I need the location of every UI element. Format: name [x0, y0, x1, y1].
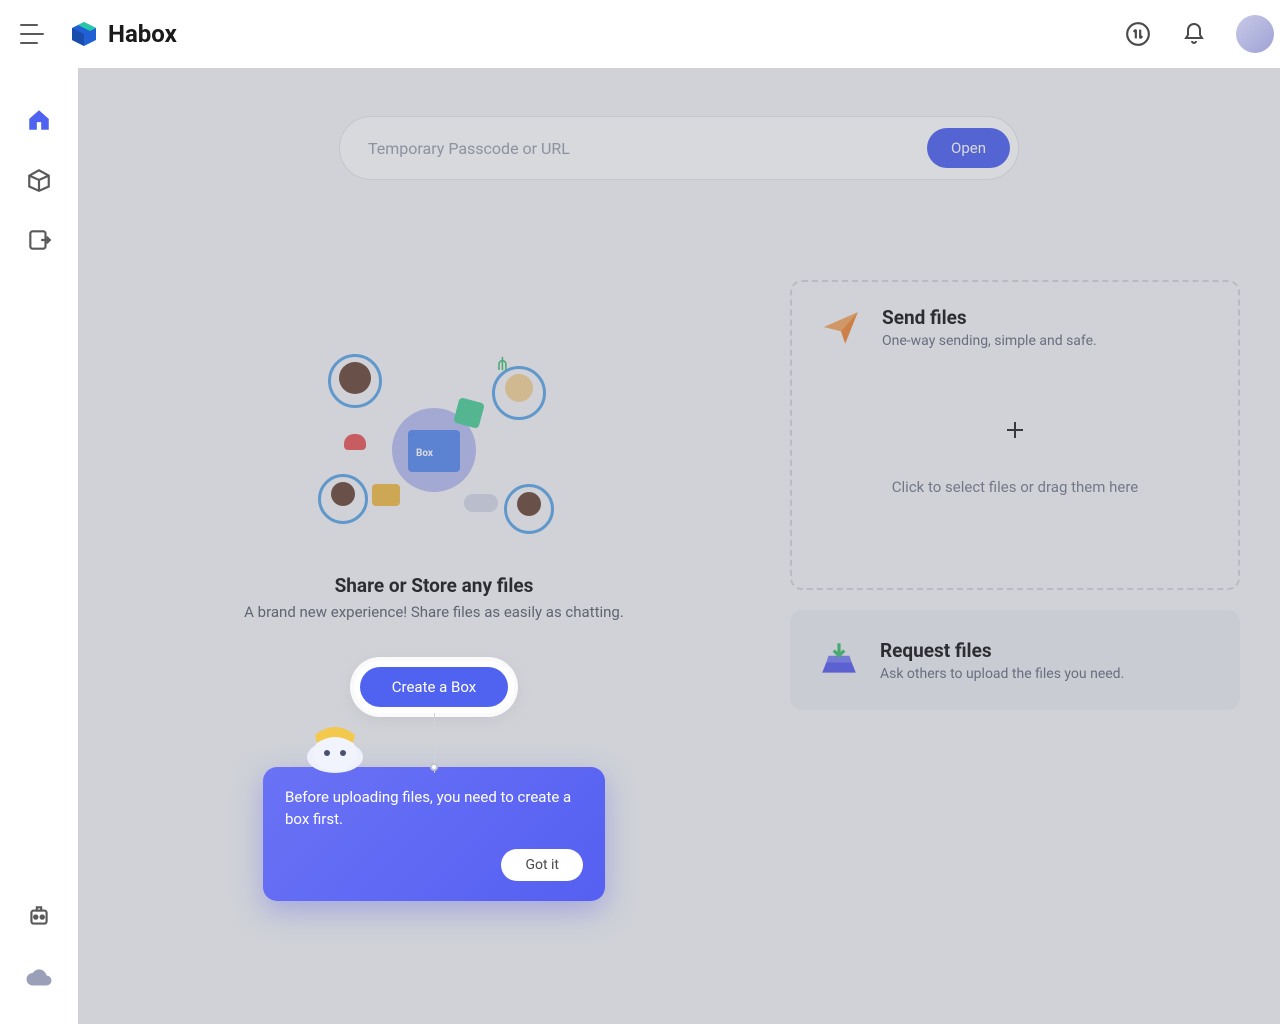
hero-illustration: Box ⋔ [314, 340, 554, 540]
create-box-highlight: Create a Box [354, 661, 514, 713]
passcode-bar: Open [339, 116, 1019, 180]
request-files-card[interactable]: Request files Ask others to upload the f… [790, 610, 1240, 710]
send-files-title: Send files [882, 306, 1097, 329]
create-box-button[interactable]: Create a Box [360, 667, 508, 707]
sidebar-item-cloud[interactable] [23, 962, 55, 994]
sidebar [0, 68, 78, 1024]
brand-name: Habox [108, 20, 177, 48]
logo-icon [68, 18, 100, 50]
request-files-subtitle: Ask others to upload the files you need. [880, 666, 1124, 682]
bell-icon[interactable] [1180, 20, 1208, 48]
main-content: Open Box ⋔ [78, 68, 1280, 1024]
sidebar-item-home[interactable] [23, 104, 55, 136]
send-files-card: Send files One-way sending, simple and s… [790, 280, 1240, 590]
avatar[interactable] [1236, 15, 1274, 53]
sidebar-item-robot[interactable] [23, 900, 55, 932]
drop-text: Click to select files or drag them here [892, 478, 1138, 496]
passcode-input[interactable] [368, 139, 927, 158]
plus-icon [1003, 418, 1027, 442]
got-it-button[interactable]: Got it [501, 849, 583, 881]
inbox-icon [818, 639, 860, 681]
tooltip-message: Before uploading files, you need to crea… [285, 787, 583, 831]
hero-title: Share or Store any files [335, 574, 534, 597]
send-files-subtitle: One-way sending, simple and safe. [882, 333, 1097, 349]
hero-subtitle: A brand new experience! Share files as e… [244, 603, 624, 621]
mascot-icon [303, 717, 367, 773]
onboarding-tooltip: Before uploading files, you need to crea… [263, 767, 605, 901]
paper-plane-icon [820, 306, 862, 348]
sidebar-item-send[interactable] [23, 224, 55, 256]
menu-toggle-button[interactable] [20, 24, 44, 44]
open-button[interactable]: Open [927, 128, 1010, 168]
request-files-title: Request files [880, 639, 1124, 662]
brand-logo[interactable]: Habox [68, 18, 177, 50]
transfer-icon[interactable] [1124, 20, 1152, 48]
file-drop-area[interactable]: Click to select files or drag them here [820, 349, 1210, 564]
header: Habox [0, 0, 1280, 68]
sidebar-item-box[interactable] [23, 164, 55, 196]
